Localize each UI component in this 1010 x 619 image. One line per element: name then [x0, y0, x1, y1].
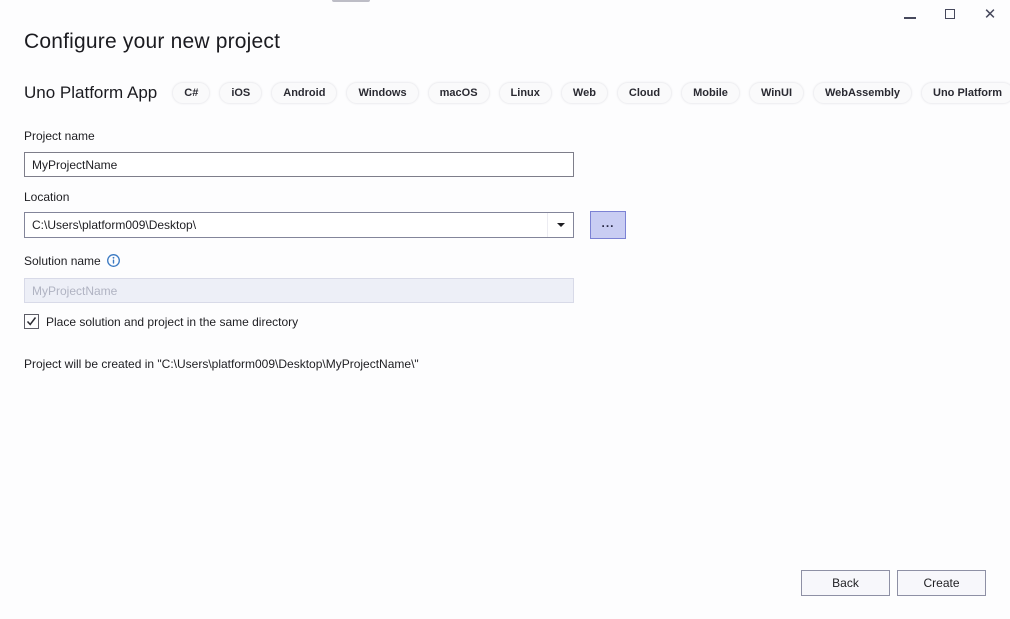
template-tag: WebAssembly [813, 82, 912, 104]
minimize-icon [904, 17, 916, 19]
info-icon[interactable] [107, 254, 120, 270]
same-directory-checkbox[interactable] [24, 314, 39, 329]
back-button[interactable]: Back [801, 570, 890, 596]
solution-name-label-text: Solution name [24, 254, 101, 268]
checkmark-icon [26, 316, 37, 327]
template-name: Uno Platform App [24, 83, 157, 103]
same-directory-label[interactable]: Place solution and project in the same d… [46, 315, 298, 329]
create-button[interactable]: Create [897, 570, 986, 596]
maximize-button[interactable] [930, 0, 970, 28]
template-tags: C# iOS Android Windows macOS Linux Web Cloud Mob… [172, 82, 1010, 104]
template-tag: macOS [428, 82, 490, 104]
template-tag: Cloud [617, 82, 672, 104]
created-in-text: Project will be created in "C:\Users\pla… [24, 357, 419, 371]
template-tag: Android [271, 82, 337, 104]
template-tag: Uno Platform [921, 82, 1010, 104]
maximize-icon [945, 9, 955, 19]
template-tag: iOS [219, 82, 262, 104]
close-icon: ✕ [984, 7, 997, 22]
template-tag: Web [561, 82, 608, 104]
configure-project-dialog: ✕ Configure your new project Uno Platfor… [0, 0, 1010, 619]
chevron-down-icon [557, 223, 565, 227]
project-name-label: Project name [24, 129, 95, 143]
location-label: Location [24, 190, 69, 204]
solution-name-input [24, 278, 574, 303]
location-combobox[interactable]: C:\Users\platform009\Desktop\ [24, 212, 574, 238]
page-title: Configure your new project [24, 30, 280, 54]
location-dropdown-button[interactable] [547, 213, 573, 237]
template-tag: WinUI [749, 82, 804, 104]
template-tag: Linux [499, 82, 552, 104]
template-tag: C# [172, 82, 210, 104]
browse-location-button[interactable]: ... [590, 211, 626, 239]
solution-name-label: Solution name [24, 254, 120, 270]
close-button[interactable]: ✕ [970, 0, 1010, 28]
minimize-button[interactable] [890, 0, 930, 28]
location-value: C:\Users\platform009\Desktop\ [25, 218, 547, 232]
window-top-artifact [332, 0, 370, 2]
window-controls: ✕ [890, 0, 1010, 28]
same-directory-row: Place solution and project in the same d… [24, 314, 298, 329]
template-tag: Mobile [681, 82, 740, 104]
project-name-input[interactable] [24, 152, 574, 177]
template-tag: Windows [346, 82, 418, 104]
template-row: Uno Platform App C# iOS Android Windows macO… [24, 82, 1010, 104]
